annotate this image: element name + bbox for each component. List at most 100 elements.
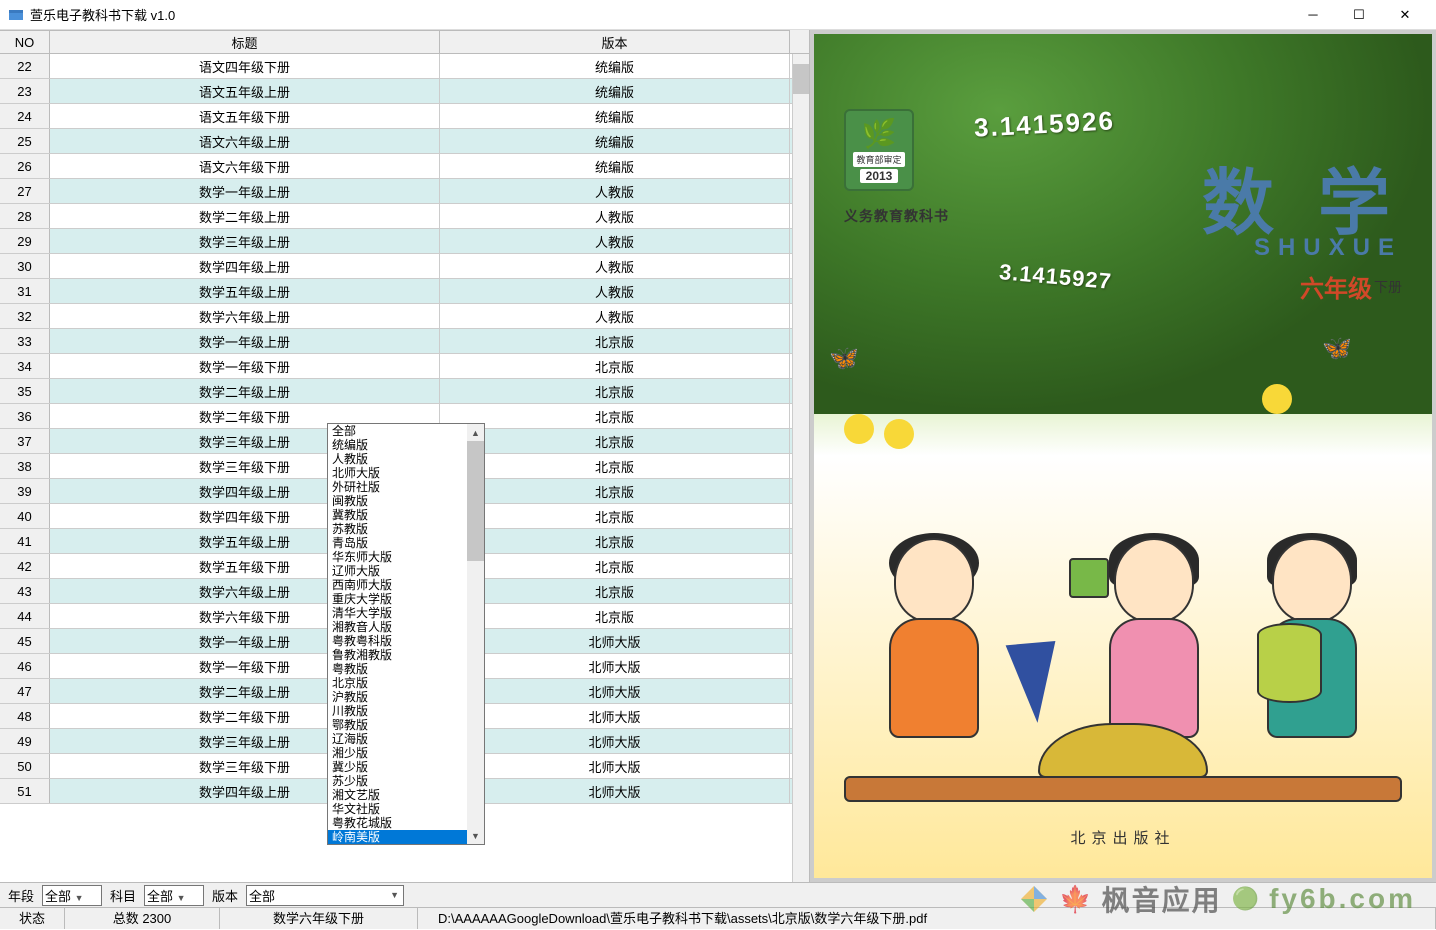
table-header: NO 标题 版本 bbox=[0, 30, 809, 54]
cell-no: 37 bbox=[0, 429, 50, 453]
dropdown-option[interactable]: 青岛版 bbox=[328, 536, 484, 550]
cell-version: 人教版 bbox=[440, 279, 790, 303]
cell-version: 北京版 bbox=[440, 329, 790, 353]
titlebar: 萱乐电子教科书下载 v1.0 ─ ☐ ✕ bbox=[0, 0, 1436, 30]
cell-no: 44 bbox=[0, 604, 50, 628]
cell-version: 北京版 bbox=[440, 404, 790, 428]
dropdown-option[interactable]: 冀少版 bbox=[328, 760, 484, 774]
vertical-scrollbar[interactable] bbox=[792, 54, 809, 882]
scroll-thumb[interactable] bbox=[793, 64, 809, 94]
dropdown-option[interactable]: 人教版 bbox=[328, 452, 484, 466]
dropdown-option[interactable]: 粤教版 bbox=[328, 662, 484, 676]
textbook-list-panel: NO 标题 版本 22语文四年级下册统编版23语文五年级上册统编版24语文五年级… bbox=[0, 30, 810, 882]
dropdown-option[interactable]: 苏教版 bbox=[328, 522, 484, 536]
table-row[interactable]: 27数学一年级上册人教版 bbox=[0, 179, 809, 204]
dropdown-option[interactable]: 华文社版 bbox=[328, 802, 484, 816]
cell-no: 29 bbox=[0, 229, 50, 253]
maximize-button[interactable]: ☐ bbox=[1336, 0, 1382, 30]
butterfly-icon: 🦋 bbox=[829, 344, 859, 369]
dropdown-scroll-thumb[interactable] bbox=[467, 441, 484, 561]
table-row[interactable]: 25语文六年级上册统编版 bbox=[0, 129, 809, 154]
cell-no: 28 bbox=[0, 204, 50, 228]
cell-version: 统编版 bbox=[440, 104, 790, 128]
cell-no: 40 bbox=[0, 504, 50, 528]
dropdown-option[interactable]: 湘教音人版 bbox=[328, 620, 484, 634]
dropdown-option[interactable]: 湘文艺版 bbox=[328, 788, 484, 802]
version-select[interactable]: 全部▼ bbox=[246, 885, 404, 906]
column-no[interactable]: NO bbox=[0, 30, 50, 53]
dropdown-option[interactable]: 重庆大学版 bbox=[328, 592, 484, 606]
dropdown-option[interactable]: 辽海版 bbox=[328, 732, 484, 746]
flower-icon bbox=[1262, 384, 1292, 414]
dropdown-option[interactable]: 北京版 bbox=[328, 676, 484, 690]
table-row[interactable]: 26语文六年级下册统编版 bbox=[0, 154, 809, 179]
watermark: 🍁 枫音应用 🟢 fy6b.com bbox=[1019, 879, 1416, 919]
table-row[interactable]: 34数学一年级下册北京版 bbox=[0, 354, 809, 379]
cell-no: 47 bbox=[0, 679, 50, 703]
window-title: 萱乐电子教科书下载 v1.0 bbox=[30, 5, 1290, 24]
table-row[interactable]: 23语文五年级上册统编版 bbox=[0, 79, 809, 104]
dropdown-option[interactable]: 清华大学版 bbox=[328, 606, 484, 620]
dropdown-option[interactable]: 华东师大版 bbox=[328, 550, 484, 564]
table-row[interactable]: 28数学二年级上册人教版 bbox=[0, 204, 809, 229]
dropdown-option[interactable]: 鄂教版 bbox=[328, 718, 484, 732]
edu-label: 义务教育教科书 bbox=[844, 206, 949, 226]
column-version[interactable]: 版本 bbox=[440, 30, 790, 53]
table-row[interactable]: 29数学三年级上册人教版 bbox=[0, 229, 809, 254]
dropdown-option[interactable]: 粤教花城版 bbox=[328, 816, 484, 830]
subject-select[interactable]: 全部 ▼ bbox=[144, 885, 204, 906]
version-dropdown-popup: 全部统编版人教版北师大版外研社版闽教版冀教版苏教版青岛版华东师大版辽师大版西南师… bbox=[327, 423, 485, 845]
cell-no: 50 bbox=[0, 754, 50, 778]
dropdown-option[interactable]: 西南师大版 bbox=[328, 578, 484, 592]
table-row[interactable]: 24语文五年级下册统编版 bbox=[0, 104, 809, 129]
cell-version: 人教版 bbox=[440, 204, 790, 228]
dropdown-option[interactable]: 全部 bbox=[328, 424, 484, 438]
dropdown-scrollbar[interactable]: ▲ ▼ bbox=[467, 424, 484, 844]
dropdown-option[interactable]: 苏少版 bbox=[328, 774, 484, 788]
watermark-url: fy6b.com bbox=[1269, 883, 1416, 915]
cell-no: 31 bbox=[0, 279, 50, 303]
cell-version: 北京版 bbox=[440, 479, 790, 503]
watermark-text: 枫音应用 bbox=[1102, 879, 1222, 919]
table-row[interactable]: 32数学六年级上册人教版 bbox=[0, 304, 809, 329]
dropdown-option[interactable]: 北师大版 bbox=[328, 466, 484, 480]
table-row[interactable]: 31数学五年级上册人教版 bbox=[0, 279, 809, 304]
dropdown-option[interactable]: 冀教版 bbox=[328, 508, 484, 522]
dropdown-option[interactable]: 外研社版 bbox=[328, 480, 484, 494]
grade-select[interactable]: 全部 ▼ bbox=[42, 885, 102, 906]
app-icon bbox=[8, 7, 24, 23]
watermark-chrome-icon: 🟢 bbox=[1232, 886, 1259, 912]
table-row[interactable]: 35数学二年级上册北京版 bbox=[0, 379, 809, 404]
version-label: 版本 bbox=[212, 886, 238, 905]
status-current: 数学六年级下册 bbox=[220, 908, 418, 929]
cell-title: 语文六年级下册 bbox=[50, 154, 440, 178]
cell-title: 数学一年级上册 bbox=[50, 329, 440, 353]
dropdown-option[interactable]: 闽教版 bbox=[328, 494, 484, 508]
cell-no: 27 bbox=[0, 179, 50, 203]
cell-title: 数学三年级上册 bbox=[50, 229, 440, 253]
dropdown-option[interactable]: 湘少版 bbox=[328, 746, 484, 760]
close-button[interactable]: ✕ bbox=[1382, 0, 1428, 30]
dropdown-option[interactable]: 沪教版 bbox=[328, 690, 484, 704]
cell-no: 25 bbox=[0, 129, 50, 153]
dropdown-option[interactable]: 鲁教湘教版 bbox=[328, 648, 484, 662]
cell-version: 统编版 bbox=[440, 129, 790, 153]
scroll-up-arrow[interactable]: ▲ bbox=[467, 424, 484, 441]
dropdown-option[interactable]: 岭南美版 bbox=[328, 830, 484, 844]
table-row[interactable]: 30数学四年级上册人教版 bbox=[0, 254, 809, 279]
column-title[interactable]: 标题 bbox=[50, 30, 440, 53]
dropdown-option[interactable]: 统编版 bbox=[328, 438, 484, 452]
publisher-label: 北京出版社 bbox=[1070, 827, 1175, 848]
table-row[interactable]: 22语文四年级下册统编版 bbox=[0, 54, 809, 79]
scroll-down-arrow[interactable]: ▼ bbox=[467, 827, 484, 844]
cell-version: 北京版 bbox=[440, 454, 790, 478]
cell-version: 统编版 bbox=[440, 54, 790, 78]
subject-label: 科目 bbox=[110, 886, 136, 905]
dropdown-option[interactable]: 辽师大版 bbox=[328, 564, 484, 578]
dropdown-option[interactable]: 川教版 bbox=[328, 704, 484, 718]
dropdown-option[interactable]: 粤教粤科版 bbox=[328, 634, 484, 648]
table-row[interactable]: 33数学一年级上册北京版 bbox=[0, 329, 809, 354]
cell-version: 人教版 bbox=[440, 254, 790, 278]
cell-no: 48 bbox=[0, 704, 50, 728]
minimize-button[interactable]: ─ bbox=[1290, 0, 1336, 30]
